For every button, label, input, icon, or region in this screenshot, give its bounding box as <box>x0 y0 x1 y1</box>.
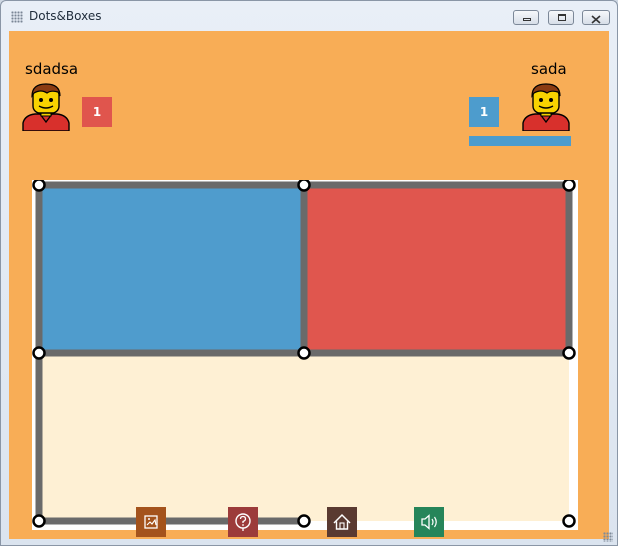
board-box <box>39 185 304 353</box>
player2-name: sada <box>531 60 567 78</box>
image-icon <box>144 515 158 529</box>
sound-button[interactable] <box>414 507 444 537</box>
game-board[interactable] <box>32 180 578 530</box>
help-button[interactable] <box>228 507 258 537</box>
help-icon <box>235 513 251 531</box>
sound-icon <box>421 514 437 530</box>
player2-avatar <box>521 81 571 132</box>
window-title: Dots&Boxes <box>29 9 102 23</box>
board-dot <box>297 346 311 360</box>
player1-avatar <box>21 81 71 132</box>
title-bar[interactable]: Dots&Boxes <box>1 1 617 31</box>
board-box <box>304 185 569 353</box>
maximize-button[interactable] <box>548 10 574 25</box>
board-dot <box>32 180 46 192</box>
board-box <box>304 353 569 521</box>
board-dot <box>562 346 576 360</box>
resize-grip[interactable] <box>603 532 613 542</box>
board-canvas[interactable] <box>32 180 578 530</box>
board-dot <box>562 180 576 192</box>
home-button[interactable] <box>327 507 357 537</box>
current-turn-indicator <box>469 136 571 146</box>
minimize-button[interactable] <box>513 10 539 25</box>
board-dot <box>32 346 46 360</box>
player1-score: 1 <box>82 97 112 127</box>
player2-score: 1 <box>469 97 499 127</box>
board-dot <box>32 514 46 528</box>
home-icon <box>333 513 351 530</box>
image-button[interactable] <box>136 507 166 537</box>
player1-name: sdadsa <box>25 60 79 78</box>
board-dot <box>297 180 311 192</box>
app-window: Dots&Boxes sdadsa 1 sada 1 <box>0 0 618 546</box>
close-icon <box>591 15 601 24</box>
close-button[interactable] <box>582 10 610 25</box>
board-dot <box>297 514 311 528</box>
app-icon <box>11 11 23 23</box>
board-box <box>39 353 304 521</box>
board-dot <box>562 514 576 528</box>
game-area: sdadsa 1 sada 1 <box>9 31 609 539</box>
